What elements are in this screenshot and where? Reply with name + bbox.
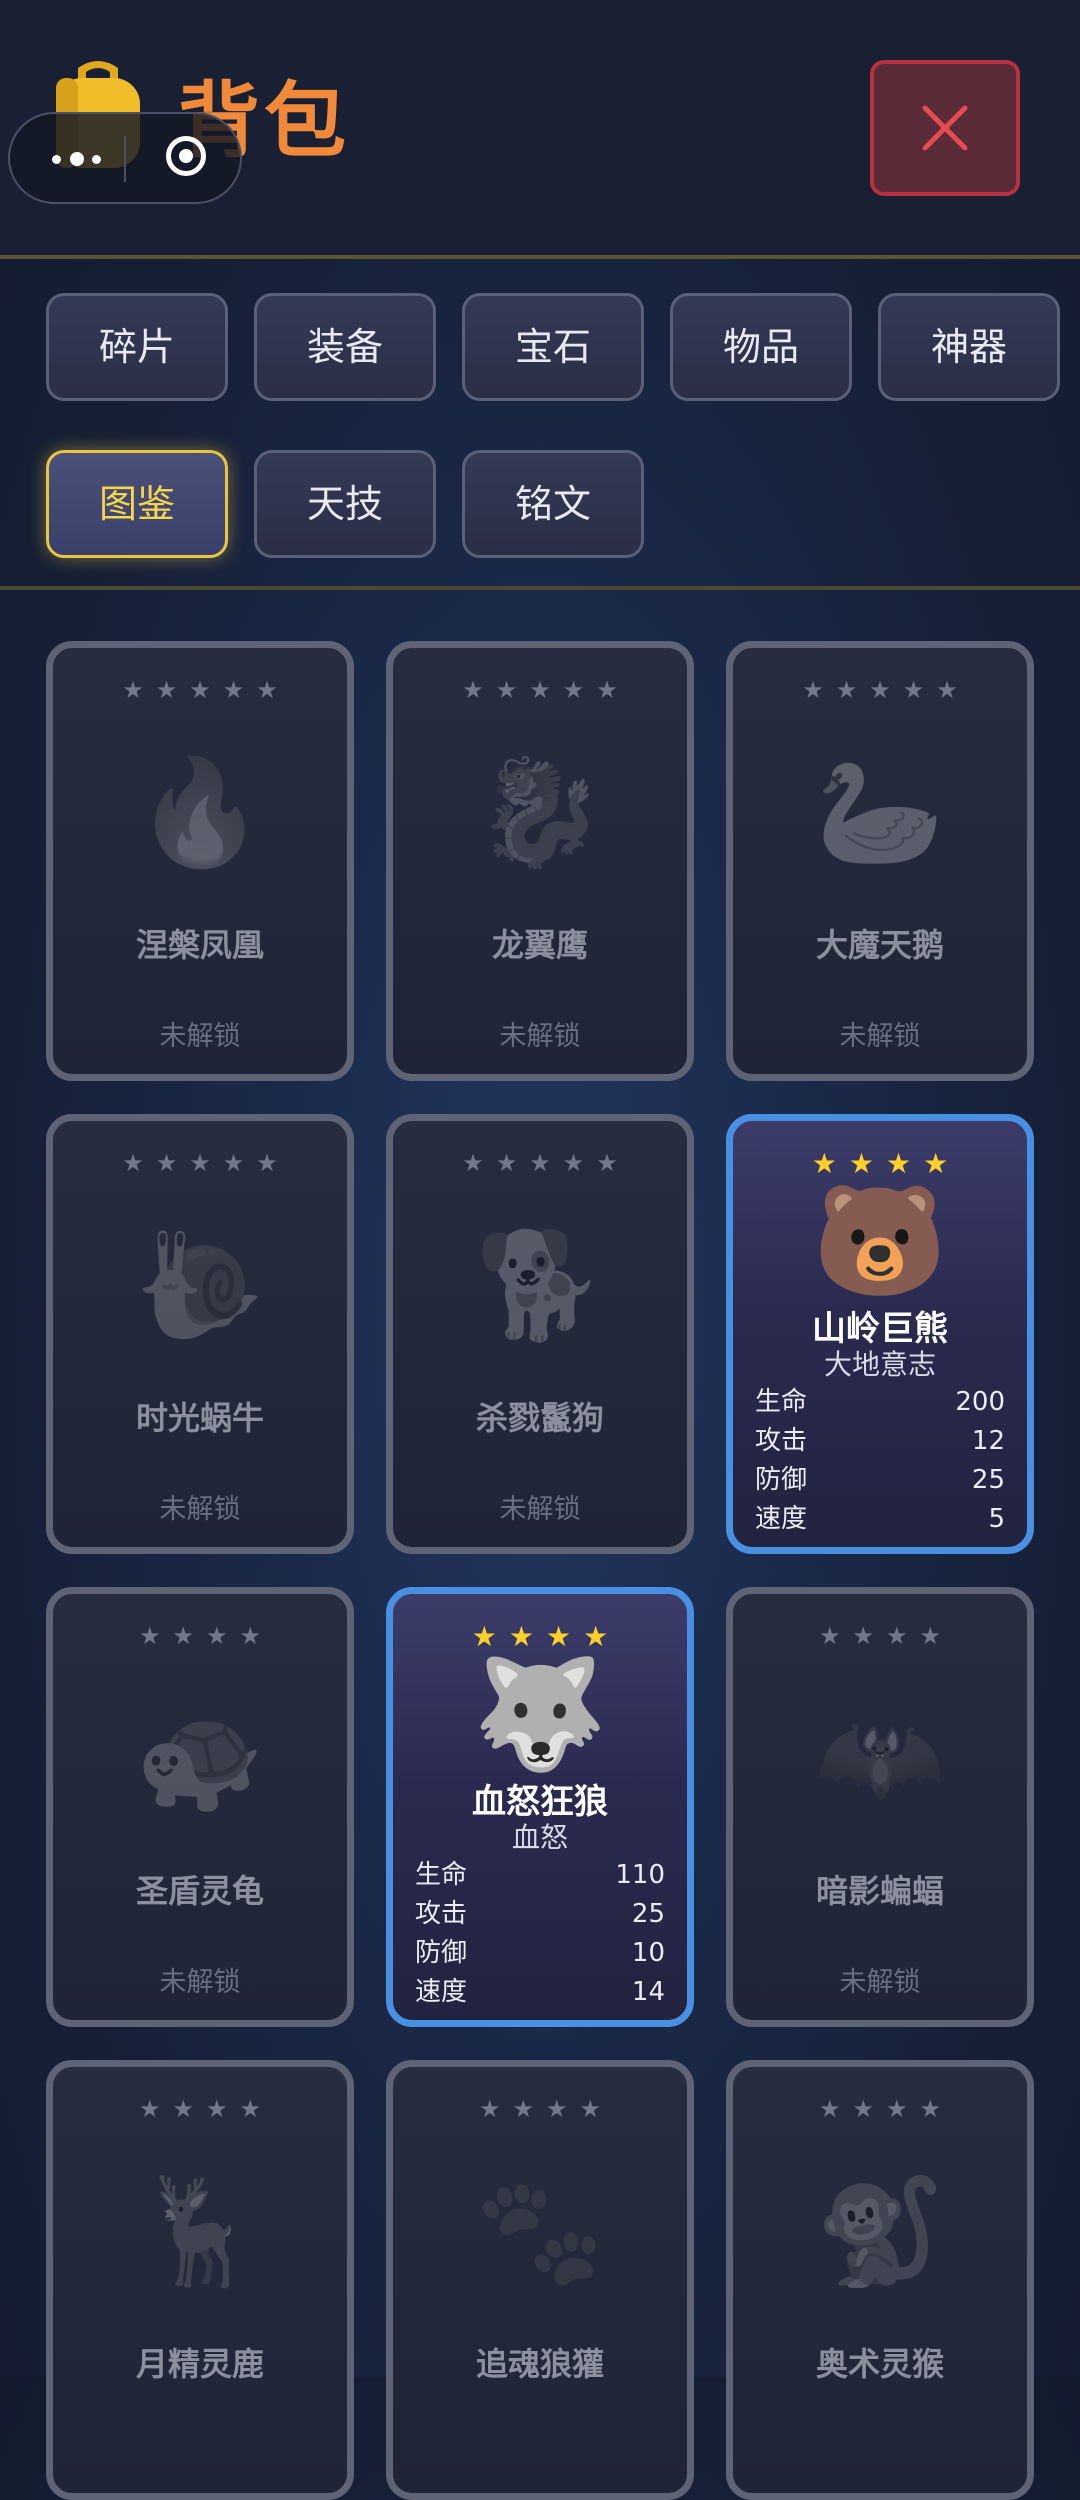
category-tabs: 碎片 装备 宝石 物品 神器 图鉴 天技 铭文 [0,258,1080,590]
codex-card[interactable]: ★★★★★ 🐕 杀戮鬣狗 未解锁 [386,1114,694,1554]
card-name: 大魔天鹅 [815,926,944,964]
stat-label: 攻击 [415,1899,468,1929]
turtle-icon: 🐢 [135,1697,265,1819]
wolf-icon: 🐺 [472,1652,608,1777]
stat-row: 速度 5 [755,1500,1005,1539]
card-name: 涅槃凤凰 [135,926,264,964]
bat-icon: 🦇 [815,1697,945,1819]
codex-card-unlocked[interactable]: ★★★★ 🐺 血怒狂狼 血怒 生命 110 攻击 25 防御 10 速度 14 [386,1587,694,2027]
codex-card[interactable]: ★★★★★ 🔥 涅槃凤凰 未解锁 [46,641,354,1081]
card-name: 追魂狼獾 [475,2345,604,2383]
stat-row: 生命 200 [755,1383,1005,1422]
stat-label: 速度 [755,1504,808,1534]
star-rating: ★★★★★ [802,676,970,704]
snail-icon: 🐌 [135,1224,265,1346]
tab-codex[interactable]: 图鉴 [46,450,228,558]
stat-row: 防御 10 [415,1934,665,1973]
locked-status: 未解锁 [499,1494,581,1525]
stat-value: 110 [615,1860,665,1890]
codex-card[interactable]: ★★★★ 🦇 暗影蝙蝠 未解锁 [726,1587,1034,2027]
tab-fragments[interactable]: 碎片 [46,293,228,401]
monkey-icon: 🐒 [815,2170,945,2292]
stat-label: 防御 [415,1938,468,1968]
stat-label: 生命 [755,1387,808,1417]
card-name: 杀戮鬣狗 [475,1399,604,1437]
locked-status: 未解锁 [499,1021,581,1052]
tab-inscriptions[interactable]: 铭文 [462,450,644,558]
codex-card[interactable]: ★★★★ 🐢 圣盾灵龟 未解锁 [46,1587,354,2027]
codex-card[interactable]: ★★★★ 🐒 奥术灵猴 [726,2060,1034,2500]
deer-icon: 🦌 [135,2170,265,2292]
codex-card[interactable]: ★★★★ 🐾 追魂狼獾 [386,2060,694,2500]
stats-list: 生命 200 攻击 12 防御 25 速度 5 [755,1383,1005,1539]
stat-row: 防御 25 [755,1461,1005,1500]
stat-label: 防御 [755,1465,808,1495]
star-rating: ★★★★★ [462,1149,630,1177]
stat-value: 12 [971,1426,1005,1456]
card-name: 时光蜗牛 [135,1399,264,1437]
locked-status: 未解锁 [839,1967,921,1998]
stat-value: 5 [988,1504,1005,1534]
close-icon [922,105,968,151]
card-name: 暗影蝙蝠 [815,1872,944,1910]
tab-sky-skills[interactable]: 天技 [254,450,436,558]
codex-card[interactable]: ★★★★ 🦌 月精灵鹿 [46,2060,354,2500]
close-button[interactable] [870,60,1020,196]
card-name: 奥术灵猴 [815,2345,944,2383]
stats-list: 生命 110 攻击 25 防御 10 速度 14 [415,1856,665,2012]
tab-gems[interactable]: 宝石 [462,293,644,401]
star-rating: ★★★★ [138,2095,274,2123]
codex-card-unlocked[interactable]: ★★★★ 🐻 山岭巨熊 大地意志 生命 200 攻击 12 防御 25 速度 5 [726,1114,1034,1554]
stat-value: 25 [631,1899,665,1929]
codex-card[interactable]: ★★★★★ 🐌 时光蜗牛 未解锁 [46,1114,354,1554]
paw-prints-icon: 🐾 [475,2170,605,2292]
swan-icon: 🦢 [815,751,945,873]
star-rating: ★★★★ [478,2095,614,2123]
locked-status: 未解锁 [159,1967,241,1998]
tab-items[interactable]: 物品 [670,293,852,401]
dragon-icon: 🐉 [475,751,605,873]
stat-value: 10 [631,1938,665,1968]
more-menu-button[interactable] [52,144,106,174]
bear-icon: 🐻 [812,1179,948,1304]
exit-miniprogram-button[interactable] [166,136,206,176]
stat-value: 200 [955,1387,1005,1417]
stat-row: 速度 14 [415,1973,665,2012]
stat-value: 14 [631,1977,665,2007]
star-rating: ★★★★★ [122,1149,290,1177]
miniprogram-capsule [8,112,242,204]
star-rating: ★★★★★ [462,676,630,704]
tab-artifacts[interactable]: 神器 [878,293,1060,401]
star-rating: ★★★★ [811,1147,961,1180]
star-rating: ★★★★ [138,1622,274,1650]
stat-label: 速度 [415,1977,468,2007]
card-subtitle: 大地意志 [823,1348,936,1381]
stat-value: 25 [971,1465,1005,1495]
codex-card[interactable]: ★★★★★ 🦢 大魔天鹅 未解锁 [726,641,1034,1081]
capsule-divider [124,136,126,182]
codex-card[interactable]: ★★★★★ 🐉 龙翼鹰 未解锁 [386,641,694,1081]
tab-equipment[interactable]: 装备 [254,293,436,401]
phoenix-icon: 🔥 [135,751,265,873]
stat-label: 生命 [415,1860,468,1890]
tabs-divider [0,586,1080,590]
stat-row: 攻击 25 [415,1895,665,1934]
star-rating: ★★★★ [818,1622,954,1650]
locked-status: 未解锁 [839,1021,921,1052]
locked-status: 未解锁 [159,1494,241,1525]
stat-row: 攻击 12 [755,1422,1005,1461]
stat-row: 生命 110 [415,1856,665,1895]
card-subtitle: 血怒 [511,1821,568,1854]
card-name: 圣盾灵龟 [135,1872,264,1910]
star-rating: ★★★★★ [122,676,290,704]
stat-label: 攻击 [755,1426,808,1456]
locked-status: 未解锁 [159,1021,241,1052]
dog-icon: 🐕 [475,1224,605,1346]
star-rating: ★★★★ [471,1620,621,1653]
card-name: 月精灵鹿 [135,2345,264,2383]
star-rating: ★★★★ [818,2095,954,2123]
card-name: 龙翼鹰 [491,926,588,964]
